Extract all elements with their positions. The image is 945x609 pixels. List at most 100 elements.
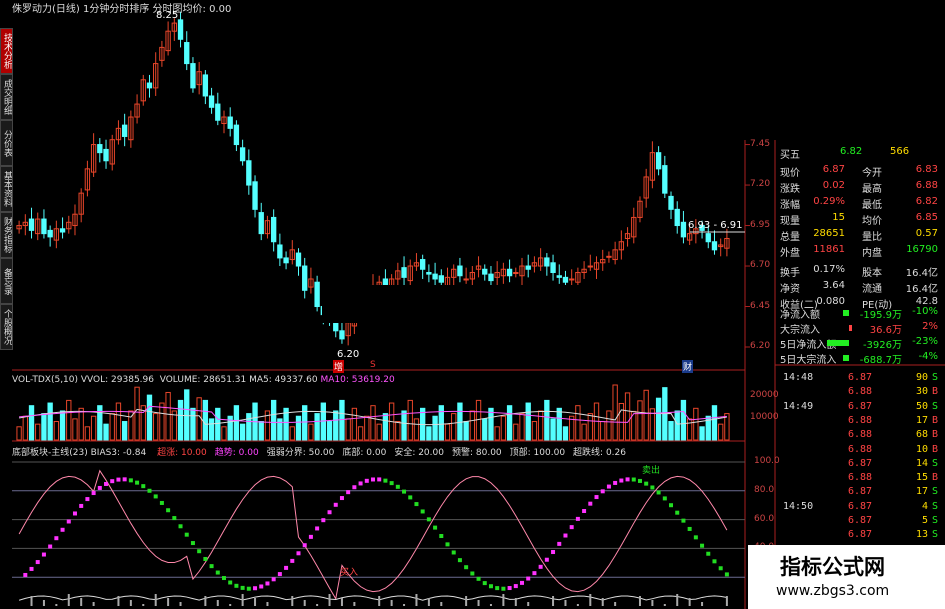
indicator-trend-dot bbox=[246, 586, 251, 591]
candle-body bbox=[463, 278, 469, 281]
candle-body bbox=[239, 147, 246, 162]
candle-body bbox=[432, 273, 438, 280]
volume-bar bbox=[587, 413, 593, 441]
flow-label: 大宗流入 bbox=[780, 325, 820, 336]
volume-bar bbox=[159, 402, 165, 441]
quote-value: 16.4亿 bbox=[905, 284, 938, 295]
candle-body bbox=[587, 265, 593, 268]
indicator-base-bar bbox=[638, 596, 641, 606]
quote-value: 6.85 bbox=[915, 212, 938, 223]
indicator-base-bar bbox=[403, 604, 406, 606]
volume-bar bbox=[326, 421, 333, 441]
quote-value: 11861 bbox=[813, 244, 845, 255]
volume-bar bbox=[289, 426, 295, 441]
volume-bar bbox=[556, 407, 562, 441]
volume-bar bbox=[494, 426, 500, 441]
side-tab-5[interactable]: 财务指标 bbox=[0, 212, 13, 258]
side-tab-7[interactable]: 个股概况 bbox=[0, 304, 13, 350]
indicator-trend-dot bbox=[675, 510, 680, 515]
volume-value: VOLUME: 28651.31 bbox=[159, 375, 247, 385]
quote-label: 涨幅 bbox=[780, 200, 800, 211]
indicator-trend-dot bbox=[526, 576, 531, 581]
watermark-logo: 指标公式网 www.zbgs3.com bbox=[748, 545, 945, 609]
volume-bar bbox=[357, 426, 364, 441]
quote-value: 15 bbox=[832, 212, 845, 223]
indicator-item: 超涨: 10.00 bbox=[157, 448, 207, 458]
indicator-trend-dot bbox=[23, 572, 28, 577]
indicator-trend-dot bbox=[718, 566, 723, 571]
volume-bar bbox=[581, 423, 587, 441]
indicator-trend-dot bbox=[364, 478, 369, 483]
candle-body bbox=[513, 272, 519, 275]
volume-bar bbox=[351, 407, 358, 441]
volume-bar bbox=[612, 384, 618, 441]
quote-value: 0.29% bbox=[813, 196, 845, 207]
volume-bar bbox=[35, 423, 41, 441]
volume-bar bbox=[575, 405, 581, 441]
quote-row: 涨幅 0.29% 最低 6.82 bbox=[780, 196, 940, 211]
trade-price: 6.87 bbox=[848, 400, 873, 412]
candle-body bbox=[41, 218, 47, 235]
quote-label: 外盘 bbox=[780, 248, 800, 259]
volume-bar bbox=[519, 413, 525, 441]
trade-price: 6.88 bbox=[848, 386, 873, 398]
redaction-block-mid bbox=[322, 285, 624, 323]
candle-body bbox=[227, 116, 233, 129]
side-tab-6[interactable]: 备忘录 bbox=[0, 258, 13, 304]
volume-bar bbox=[401, 410, 407, 441]
indicator-base-line bbox=[18, 595, 727, 601]
trade-side: B bbox=[932, 443, 939, 455]
indicator-trend-dot bbox=[253, 586, 258, 591]
volume-bar bbox=[606, 410, 612, 441]
indicator-base-bar bbox=[564, 600, 567, 606]
candle-body bbox=[146, 82, 153, 89]
side-tab-4[interactable]: 基本资料 bbox=[0, 166, 13, 212]
volume-bar bbox=[469, 410, 476, 441]
indicator-trend-dot bbox=[476, 576, 481, 581]
indicator-trend-dot bbox=[532, 571, 537, 576]
volume-bar bbox=[97, 405, 103, 441]
candle-body bbox=[208, 95, 215, 108]
trade-price: 6.87 bbox=[848, 500, 873, 512]
indicator-base-bar bbox=[489, 604, 492, 606]
indicator-name: 底部板块-主线(23) bbox=[12, 448, 88, 458]
volume-bar bbox=[444, 423, 451, 441]
candle-body bbox=[426, 272, 432, 275]
side-tab-3[interactable]: 分价表 bbox=[0, 120, 13, 166]
flow-label: 5日大宗流入 bbox=[780, 355, 837, 366]
side-tab-2[interactable]: 成交明细 bbox=[0, 74, 13, 120]
candle-body bbox=[556, 275, 562, 278]
volume-bar bbox=[550, 418, 556, 441]
indicator-trend-dot bbox=[79, 503, 84, 508]
trade-volume: 10 bbox=[915, 443, 928, 455]
quote-label: 量比 bbox=[862, 232, 882, 243]
volume-bar bbox=[370, 405, 376, 441]
indicator-trend-dot bbox=[594, 495, 599, 500]
flow-row: 5日净流入额 -3926万 -23% bbox=[780, 336, 940, 351]
price-axis-label: 6.20 bbox=[750, 341, 771, 351]
indicator-trend-dot bbox=[271, 577, 276, 582]
trade-volume: 17 bbox=[915, 486, 928, 498]
volume-bar bbox=[115, 402, 122, 441]
indicator-trend-dot bbox=[569, 525, 574, 530]
indicator-base-bar bbox=[651, 600, 654, 606]
indicator-trend-dot bbox=[631, 477, 636, 482]
indicator-trend-dot bbox=[563, 533, 568, 538]
quote-label: 总量 bbox=[780, 232, 800, 243]
flow-bar bbox=[849, 325, 852, 331]
quote-label: 均价 bbox=[862, 216, 882, 227]
candle-body bbox=[28, 218, 35, 231]
flow-row: 5日大宗流入 -688.7万 -4% bbox=[780, 351, 940, 366]
quote-label: 最低 bbox=[862, 200, 882, 211]
indicator-trend-dot bbox=[700, 543, 705, 548]
side-tab-1[interactable]: 技术分析 bbox=[0, 28, 13, 74]
volume-bar bbox=[537, 410, 544, 441]
candle-body bbox=[47, 229, 53, 238]
candle-body bbox=[705, 233, 711, 243]
volume-bar bbox=[177, 399, 184, 441]
quote-label: 流通 bbox=[862, 284, 882, 295]
indicator-trend-dot bbox=[296, 551, 301, 556]
indicator-trend-dot bbox=[159, 500, 164, 505]
candle-body bbox=[457, 265, 463, 277]
vvol-value: VVOL: 29385.96 bbox=[80, 375, 154, 385]
